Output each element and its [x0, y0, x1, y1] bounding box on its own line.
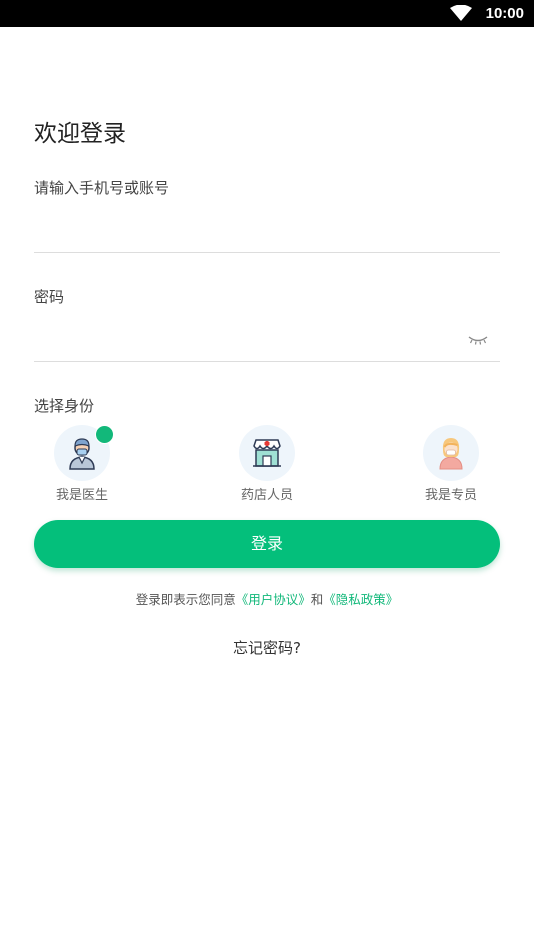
agreement-and: 和: [310, 592, 324, 607]
role-avatar: [423, 425, 479, 481]
login-button[interactable]: 登录: [34, 520, 500, 568]
specialist-icon: [439, 438, 463, 470]
wifi-icon: [450, 5, 472, 21]
role-avatar: [239, 425, 295, 481]
password-field[interactable]: 密码: [34, 286, 64, 307]
status-time: 10:00: [485, 5, 524, 22]
role-option-specialist[interactable]: 我是专员: [406, 425, 496, 505]
forgot-password-link[interactable]: 忘记密码?: [0, 637, 534, 658]
account-underline: [34, 252, 500, 253]
status-bar: 10:00: [0, 0, 534, 27]
role-avatar: [54, 425, 122, 481]
role-label-pharmacy: 药店人员: [240, 488, 293, 503]
role-section-label: 选择身份: [34, 397, 95, 415]
user-agreement-link[interactable]: 《用户协议》: [236, 592, 311, 607]
pharmacy-icon: [253, 439, 281, 467]
password-underline: [34, 361, 500, 362]
role-label-doctor: 我是医生: [55, 488, 108, 503]
role-label-specialist: 我是专员: [424, 488, 477, 503]
page-title: 欢迎登录: [34, 121, 126, 147]
role-option-pharmacy[interactable]: 药店人员: [222, 425, 312, 505]
account-input[interactable]: 请输入手机号或账号: [34, 177, 169, 198]
doctor-icon: [69, 438, 95, 470]
eye-closed-icon[interactable]: [467, 334, 489, 346]
agreement-text: 登录即表示您同意《用户协议》和《隐私政策》: [0, 589, 534, 608]
agreement-prefix: 登录即表示您同意: [135, 592, 236, 607]
selected-check-icon: [95, 425, 122, 450]
privacy-policy-link[interactable]: 《隐私政策》: [323, 592, 398, 607]
role-option-doctor[interactable]: 我是医生: [37, 425, 127, 505]
